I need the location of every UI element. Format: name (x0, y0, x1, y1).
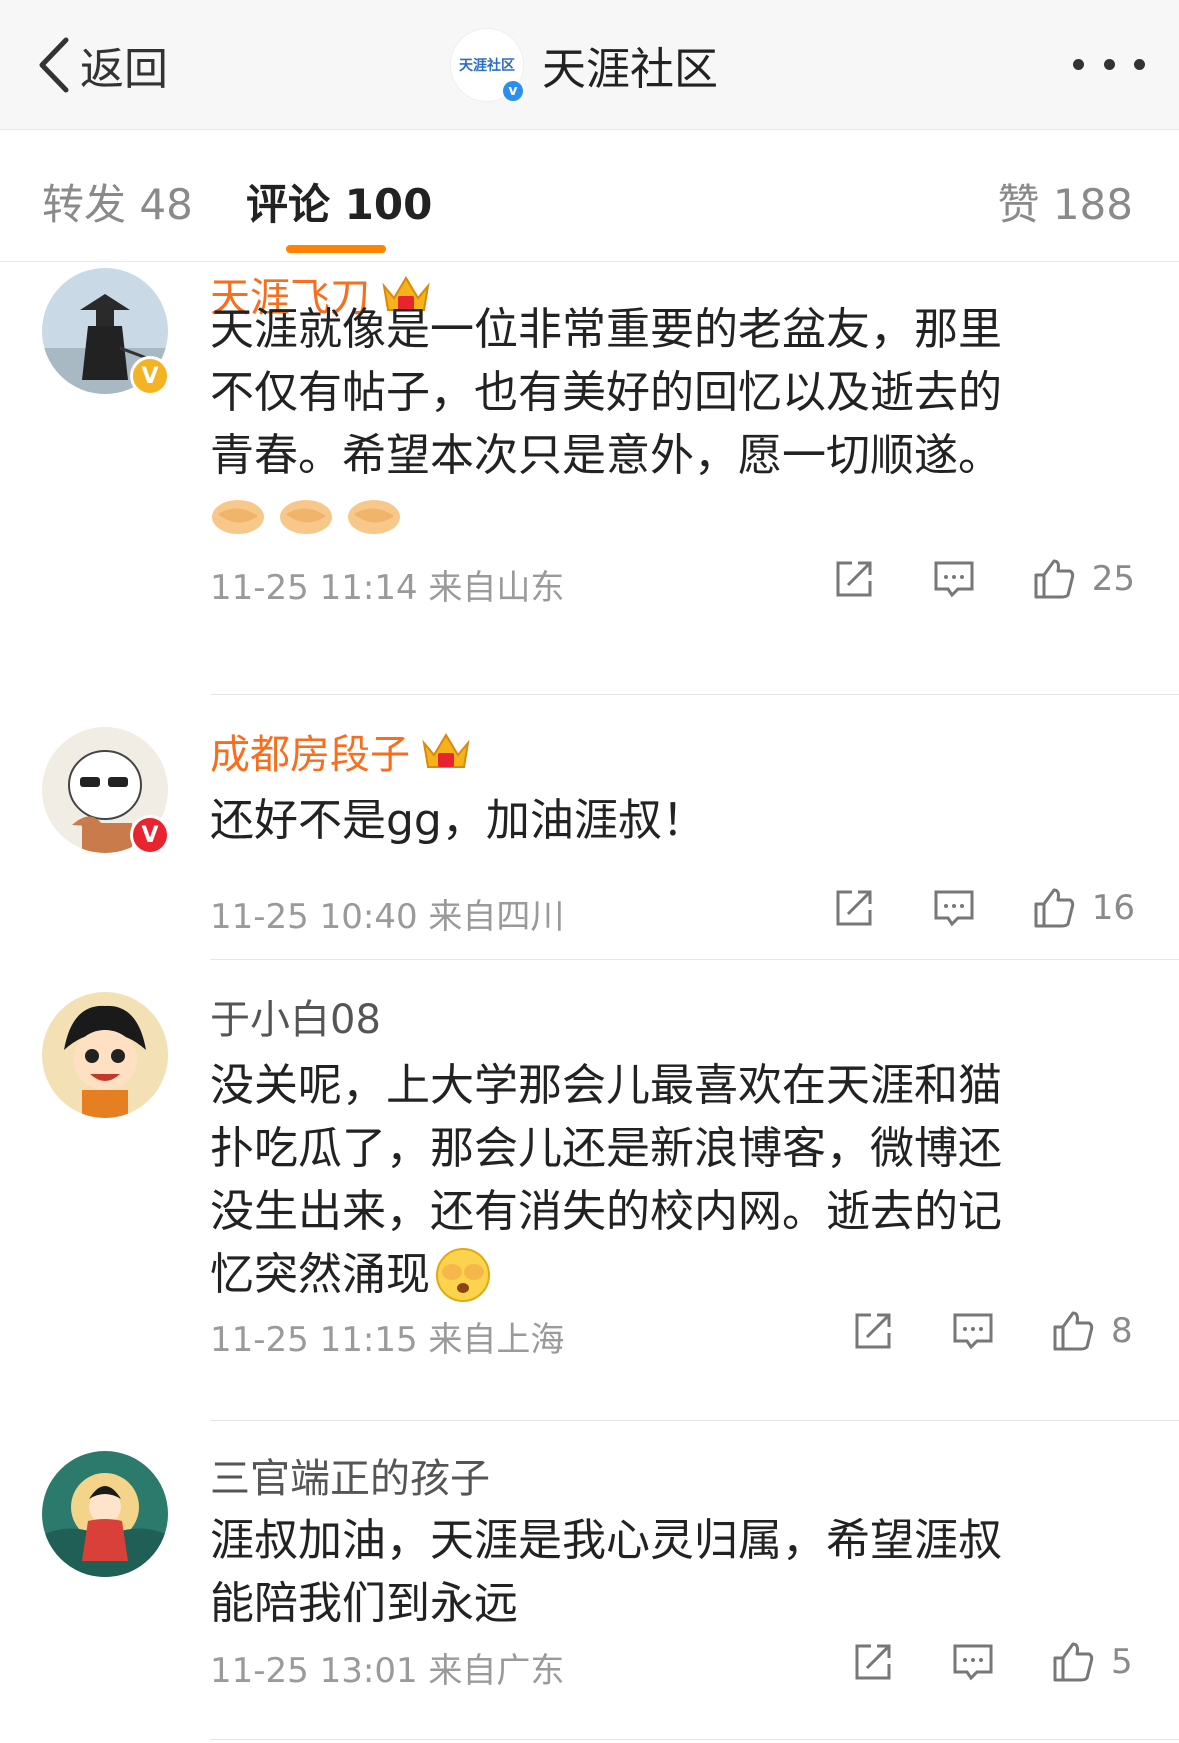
divider (210, 694, 1179, 695)
dot-icon (1073, 58, 1084, 70)
account-title[interactable]: 天涯社区 v 天涯社区 (450, 28, 718, 103)
cover-face-emoji-icon (436, 1247, 490, 1302)
comment-text-line: 不仅有帖子，也有美好的回忆以及逝去的 (210, 367, 1002, 418)
comment-actions: 5 (851, 1637, 1151, 1687)
comment-text-line-with-emoji: 忆突然涌现 (210, 1243, 1110, 1306)
handshake-emoji-icon (348, 500, 400, 534)
tab-likes[interactable]: 赞 188 (997, 171, 1133, 232)
back-button[interactable]: 返回 (34, 32, 168, 98)
username[interactable]: 于小白08 (210, 987, 381, 1045)
comment-text-line: 天涯就像是一位非常重要的老盆友，那里 (210, 304, 1002, 355)
verified-badge-icon: V (130, 356, 170, 396)
comment-actions: 25 (832, 554, 1135, 604)
active-tab-indicator (286, 245, 386, 253)
reply-button[interactable] (932, 557, 976, 601)
username[interactable]: 成都房段子 (210, 722, 410, 780)
tab-repost[interactable]: 转发 48 (42, 171, 193, 232)
comment-text: 没关呢，上大学那会儿最喜欢在天涯和猫 扑吃瓜了，那会儿还是新浪博客，微博还 没生… (210, 1054, 1110, 1306)
avatar[interactable] (42, 1451, 168, 1577)
thumbs-up-icon (1034, 559, 1074, 599)
share-button[interactable] (832, 886, 876, 930)
divider (210, 1739, 1179, 1740)
like-button[interactable]: 5 (1051, 1640, 1151, 1684)
tianya-logo: 天涯社区 v (450, 28, 525, 103)
share-icon (836, 890, 872, 926)
like-count: 5 (1111, 1642, 1133, 1682)
like-button[interactable]: 8 (1051, 1309, 1151, 1353)
like-count: 25 (1091, 559, 1135, 599)
logo-text: 天涯社区 (459, 58, 515, 74)
reply-button[interactable] (951, 1640, 995, 1684)
comment-meta: 11-25 11:14 来自山东 (210, 568, 565, 608)
comment-text: 涯叔加油，天涯是我心灵归属，希望涯叔 能陪我们到永远 (210, 1509, 1110, 1635)
comment-text-line: 能陪我们到永远 (210, 1578, 518, 1629)
comment-icon (953, 1644, 993, 1681)
verified-badge-icon: v (501, 79, 525, 103)
page-title: 天涯社区 (542, 44, 718, 95)
comment-text-line: 没关呢，上大学那会儿最喜欢在天涯和猫 (210, 1060, 1002, 1111)
share-icon (836, 561, 872, 597)
tab-bar: 转发 48 评论 100 赞 188 (0, 131, 1179, 262)
comment-icon (953, 1313, 993, 1350)
chevron-left-icon (39, 37, 69, 93)
share-button[interactable] (851, 1309, 895, 1353)
back-label: 返回 (80, 44, 168, 95)
comment-text-line: 扑吃瓜了，那会儿还是新浪博客，微博还 (210, 1123, 1002, 1174)
comment-actions: 16 (832, 883, 1135, 933)
handshake-emoji-icon (212, 500, 264, 534)
comment-text-line: 还好不是gg，加油涯叔！ (210, 795, 706, 846)
reply-button[interactable] (932, 886, 976, 930)
like-button[interactable]: 16 (1032, 886, 1135, 930)
vip-crown-icon (422, 733, 470, 768)
more-options-button[interactable] (1073, 46, 1145, 82)
verified-badge-icon: V (130, 815, 170, 855)
comment-text: 还好不是gg，加油涯叔！ (210, 789, 1110, 852)
share-icon (855, 1644, 891, 1680)
like-count: 16 (1091, 888, 1135, 928)
cartoon-avatar-image (42, 1451, 168, 1577)
share-button[interactable] (851, 1640, 895, 1684)
username[interactable]: 三官端正的孩子 (210, 1446, 490, 1504)
tab-comments[interactable]: 评论 100 (246, 171, 432, 232)
thumbs-up-icon (1053, 1311, 1094, 1351)
avatar[interactable] (42, 992, 168, 1118)
handshake-emoji-icon (280, 500, 332, 534)
cartoon-avatar-image (42, 992, 168, 1118)
emoji-row (210, 494, 402, 540)
dot-icon (1134, 58, 1145, 70)
comment-text-line: 涯叔加油，天涯是我心灵归属，希望涯叔 (210, 1515, 1002, 1566)
comment-meta: 11-25 13:01 来自广东 (210, 1651, 565, 1691)
comment-icon (934, 561, 974, 598)
divider (210, 1420, 1179, 1421)
divider (210, 959, 1179, 960)
reply-button[interactable] (951, 1309, 995, 1353)
thumbs-up-icon (1034, 888, 1074, 928)
thumbs-up-icon (1053, 1642, 1094, 1682)
like-count: 8 (1111, 1311, 1133, 1351)
name-row: 三官端正的孩子 (210, 1447, 490, 1503)
name-row: 于小白08 (210, 988, 381, 1044)
comment-meta: 11-25 11:15 来自上海 (210, 1320, 565, 1360)
dot-icon (1103, 58, 1115, 70)
avatar[interactable]: V (42, 727, 170, 855)
comment-text-line: 没生出来，还有消失的校内网。逝去的记 (210, 1186, 1002, 1237)
share-icon (855, 1313, 891, 1349)
nav-header: 返回 天涯社区 v 天涯社区 (0, 0, 1179, 130)
share-button[interactable] (832, 557, 876, 601)
comment-actions: 8 (851, 1306, 1151, 1356)
comment-text: 天涯就像是一位非常重要的老盆友，那里 不仅有帖子，也有美好的回忆以及逝去的 青春… (210, 298, 1110, 487)
avatar[interactable]: V (42, 268, 170, 396)
name-row: 成都房段子 (210, 723, 472, 779)
comment-meta: 11-25 10:40 来自四川 (210, 897, 565, 937)
like-button[interactable]: 25 (1032, 557, 1135, 601)
comment-text-line: 忆突然涌现 (210, 1249, 430, 1300)
comment-icon (934, 890, 974, 927)
comment-text-line: 青春。希望本次只是意外，愿一切顺遂。 (210, 430, 1002, 481)
